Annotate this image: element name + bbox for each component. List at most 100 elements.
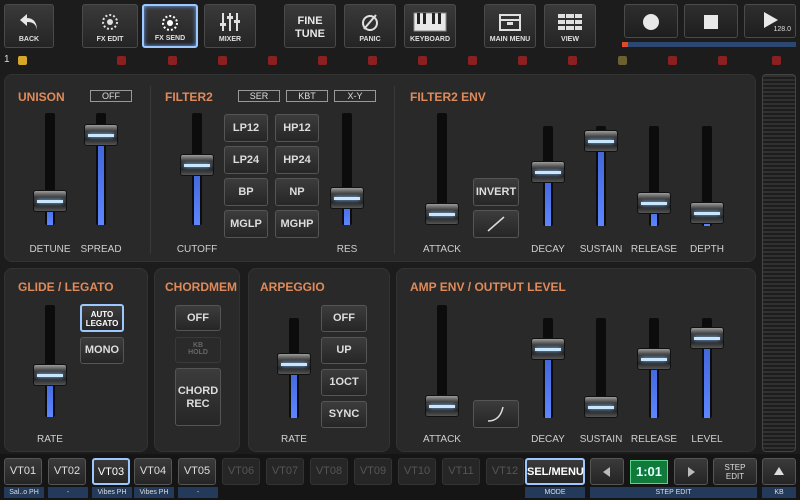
filter-type-hp24[interactable]: HP24	[275, 146, 319, 174]
song-position-bar[interactable]	[622, 42, 796, 47]
play-button[interactable]: 128.0	[744, 4, 796, 38]
track-button-8[interactable]: VT08	[310, 458, 348, 485]
slider-handle[interactable]	[277, 353, 311, 376]
invert-button[interactable]: INVERT	[473, 178, 519, 206]
slider-handle[interactable]	[425, 395, 459, 417]
glide-rate-slider[interactable]	[33, 305, 67, 417]
filter-type-hp12[interactable]: HP12	[275, 114, 319, 142]
sel-menu-button[interactable]: SEL/MENU	[525, 458, 585, 485]
keyboard-button[interactable]: KEYBOARD	[404, 4, 456, 48]
pattern-slot[interactable]	[668, 56, 677, 65]
filter-type-mghp[interactable]: MGHP	[275, 210, 319, 238]
slider-handle[interactable]	[425, 203, 459, 225]
filter-env-sustain-slider[interactable]	[584, 126, 618, 226]
back-button[interactable]: BACK	[4, 4, 54, 48]
track-button-6[interactable]: VT06	[222, 458, 260, 485]
right-scrollbar[interactable]	[762, 74, 796, 452]
pattern-slot[interactable]	[618, 56, 627, 65]
filter-env-release-slider[interactable]	[637, 126, 671, 226]
pattern-slot[interactable]	[18, 56, 27, 65]
pattern-slot[interactable]	[418, 56, 427, 65]
filter-type-np[interactable]: NP	[275, 178, 319, 206]
arp-sync-button[interactable]: SYNC	[321, 401, 367, 428]
track-button-3[interactable]: VT03	[92, 458, 130, 485]
track-button-11[interactable]: VT11	[442, 458, 480, 485]
filter-env-depth-slider[interactable]	[690, 126, 724, 226]
track-button-9[interactable]: VT09	[354, 458, 392, 485]
track-button-5[interactable]: VT05	[178, 458, 216, 485]
slider-handle[interactable]	[33, 363, 67, 386]
track-button-2[interactable]: VT02	[48, 458, 86, 485]
step-edit-button[interactable]: STEP EDIT	[713, 458, 757, 485]
pattern-slot[interactable]	[468, 56, 477, 65]
slider-handle[interactable]	[330, 186, 364, 209]
mono-button[interactable]: MONO	[80, 337, 124, 364]
fine-tune-button[interactable]: FINE TUNE	[284, 4, 336, 48]
mixer-button[interactable]: MIXER	[204, 4, 256, 48]
panic-button[interactable]: PANIC	[344, 4, 396, 48]
arp-up-button[interactable]: UP	[321, 337, 367, 364]
prev-step-button[interactable]	[590, 458, 624, 485]
slider-handle[interactable]	[637, 192, 671, 215]
curve-shape-button[interactable]	[473, 210, 519, 238]
pattern-slot[interactable]	[368, 56, 377, 65]
track-button-4[interactable]: VT04	[134, 458, 172, 485]
stop-button[interactable]	[684, 4, 738, 38]
track-button-7[interactable]: VT07	[266, 458, 304, 485]
pattern-strip[interactable]: 1	[0, 54, 800, 68]
arp-octave-button[interactable]: 1OCT	[321, 369, 367, 396]
slider-handle[interactable]	[584, 129, 618, 152]
slider-handle[interactable]	[531, 337, 565, 360]
slider-handle[interactable]	[637, 347, 671, 370]
slider-handle[interactable]	[33, 189, 67, 212]
chord-rec-button[interactable]: CHORD REC	[175, 368, 221, 426]
filter2-ser-button[interactable]: SER	[238, 90, 280, 102]
filter2-kbt-button[interactable]: KBT	[286, 90, 328, 102]
track-button-12[interactable]: VT12	[486, 458, 524, 485]
filter-env-attack-slider[interactable]	[425, 113, 459, 225]
pattern-slot[interactable]	[168, 56, 177, 65]
arp-off-button[interactable]: OFF	[321, 305, 367, 332]
amp-sustain-slider[interactable]	[584, 318, 618, 418]
filter-type-bp[interactable]: BP	[224, 178, 268, 206]
slider-handle[interactable]	[180, 153, 214, 176]
pattern-slot[interactable]	[218, 56, 227, 65]
slider-handle[interactable]	[690, 327, 724, 350]
amp-attack-slider[interactable]	[425, 305, 459, 417]
fx-send-button[interactable]: FX SEND	[142, 4, 198, 48]
keyboard-toggle-button[interactable]	[762, 458, 796, 485]
slider-handle[interactable]	[690, 202, 724, 225]
slider-handle[interactable]	[84, 123, 118, 146]
amp-release-slider[interactable]	[637, 318, 671, 418]
spread-slider[interactable]	[84, 113, 118, 225]
chordmem-off-button[interactable]: OFF	[175, 305, 221, 331]
arp-rate-slider[interactable]	[277, 318, 311, 418]
slider-handle[interactable]	[531, 161, 565, 184]
unison-mode-button[interactable]: OFF	[90, 90, 132, 102]
record-button[interactable]	[624, 4, 678, 38]
filter-type-lp24[interactable]: LP24	[224, 146, 268, 174]
filter2-xy-button[interactable]: X-Y	[334, 90, 376, 102]
kb-hold-button[interactable]: KB HOLD	[175, 337, 221, 363]
output-level-slider[interactable]	[690, 318, 724, 418]
track-button-1[interactable]: VT01	[4, 458, 42, 485]
track-button-10[interactable]: VT10	[398, 458, 436, 485]
res-slider[interactable]	[330, 113, 364, 225]
auto-legato-button[interactable]: AUTO LEGATO	[80, 304, 124, 332]
pattern-slot[interactable]	[268, 56, 277, 65]
filter-type-mglp[interactable]: MGLP	[224, 210, 268, 238]
main-menu-button[interactable]: MAIN MENU	[484, 4, 536, 48]
pattern-slot[interactable]	[318, 56, 327, 65]
filter-type-lp12[interactable]: LP12	[224, 114, 268, 142]
pattern-slot[interactable]	[568, 56, 577, 65]
pattern-slot[interactable]	[772, 56, 781, 65]
pattern-slot[interactable]	[117, 56, 126, 65]
detune-slider[interactable]	[33, 113, 67, 225]
amp-curve-button[interactable]	[473, 400, 519, 428]
pattern-slot[interactable]	[518, 56, 527, 65]
slider-handle[interactable]	[584, 396, 618, 418]
amp-decay-slider[interactable]	[531, 318, 565, 418]
filter-env-decay-slider[interactable]	[531, 126, 565, 226]
view-button[interactable]: VIEW	[544, 4, 596, 48]
fx-edit-button[interactable]: FX EDIT	[82, 4, 138, 48]
